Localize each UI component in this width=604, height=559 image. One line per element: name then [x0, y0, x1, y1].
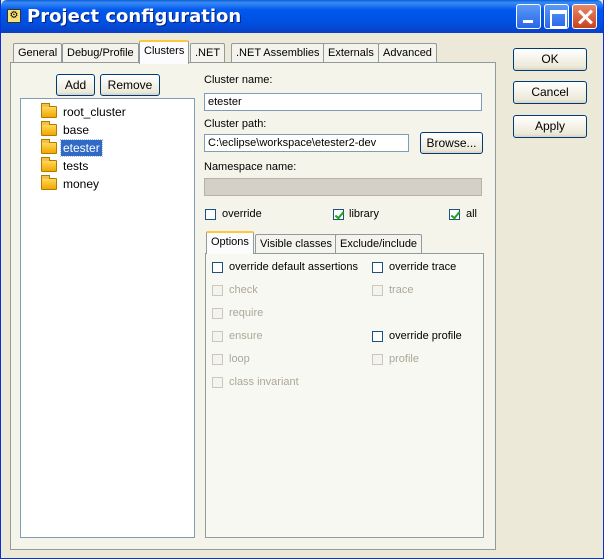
tab-exclude-include[interactable]: Exclude/include — [335, 234, 423, 254]
all-checkbox-label: all — [466, 208, 478, 220]
ensure-label: ensure — [229, 330, 263, 342]
check-label: check — [229, 284, 258, 296]
tab-externals[interactable]: Externals — [323, 43, 379, 63]
cluster-path-field[interactable]: C:\eclipse\workspace\etester2-dev — [204, 134, 409, 152]
override-trace-label: override trace — [389, 261, 457, 273]
close-icon[interactable] — [572, 4, 597, 29]
folder-icon — [41, 103, 57, 118]
all-checkbox[interactable] — [449, 209, 460, 220]
remove-cluster-button[interactable]: Remove — [100, 74, 160, 96]
override-checkbox-label: override — [222, 208, 262, 220]
profile-label: profile — [389, 353, 419, 365]
cluster-name-field[interactable]: etester — [204, 93, 482, 111]
ok-button[interactable]: OK — [513, 48, 587, 71]
require-checkbox[interactable] — [212, 308, 223, 319]
trace-label: trace — [389, 284, 414, 296]
profile-checkbox[interactable] — [372, 354, 383, 365]
folder-icon — [41, 121, 57, 136]
require-label: require — [229, 307, 264, 319]
class-invariant-label: class invariant — [229, 376, 299, 388]
tree-item-label: root_cluster — [63, 105, 126, 119]
tab-clusters[interactable]: Clusters — [139, 40, 190, 64]
loop-checkbox[interactable] — [212, 354, 223, 365]
maximize-icon[interactable] — [544, 4, 569, 29]
folder-icon — [41, 157, 57, 172]
tab-general[interactable]: General — [13, 43, 63, 63]
override-profile-checkbox[interactable] — [372, 331, 383, 342]
add-cluster-button[interactable]: Add — [56, 74, 95, 96]
gear-app-icon[interactable]: ⚙ — [7, 9, 21, 23]
override-default-assertions-label: override default assertions — [229, 261, 359, 273]
namespace-label: Namespace name: — [204, 161, 297, 173]
tree-item-label: money — [63, 177, 100, 191]
tab-visible-classes[interactable]: Visible classes — [255, 234, 337, 254]
library-checkbox[interactable] — [333, 209, 344, 220]
project-configuration-window: ⚙ Project configuration General Debug/Pr… — [0, 0, 604, 559]
tab-dotnet[interactable]: .NET — [190, 43, 226, 63]
cancel-button[interactable]: Cancel — [513, 81, 587, 104]
tab-options[interactable]: Options — [206, 231, 254, 254]
apply-button[interactable]: Apply — [513, 115, 587, 138]
folder-icon — [41, 175, 57, 190]
override-trace-checkbox[interactable] — [372, 262, 383, 273]
tree-item-label: base — [63, 123, 90, 137]
cluster-path-label: Cluster path: — [204, 118, 267, 130]
tree-item-label: tests — [63, 159, 89, 173]
window-title: Project configuration — [27, 6, 242, 27]
tree-item-label: etester — [60, 139, 103, 157]
minimize-icon[interactable] — [516, 4, 541, 29]
title-bar[interactable]: ⚙ Project configuration — [1, 0, 603, 33]
trace-checkbox[interactable] — [372, 285, 383, 296]
check-checkbox[interactable] — [212, 285, 223, 296]
loop-label: loop — [229, 353, 250, 365]
override-checkbox[interactable] — [205, 209, 216, 220]
tab-debug-profile[interactable]: Debug/Profile — [62, 43, 139, 63]
ensure-checkbox[interactable] — [212, 331, 223, 342]
browse-button[interactable]: Browse... — [420, 132, 483, 154]
cluster-tree[interactable]: root_cluster base etester tests money — [20, 98, 195, 538]
cluster-name-label: Cluster name: — [204, 74, 273, 86]
tab-advanced[interactable]: Advanced — [378, 43, 437, 63]
library-checkbox-label: library — [349, 208, 379, 220]
namespace-field[interactable] — [204, 178, 482, 196]
class-invariant-checkbox[interactable] — [212, 377, 223, 388]
folder-icon — [41, 139, 57, 154]
tab-dotnet-assemblies[interactable]: .NET Assemblies — [231, 43, 325, 63]
override-default-assertions-checkbox[interactable] — [212, 262, 223, 273]
override-profile-label: override profile — [389, 330, 462, 342]
